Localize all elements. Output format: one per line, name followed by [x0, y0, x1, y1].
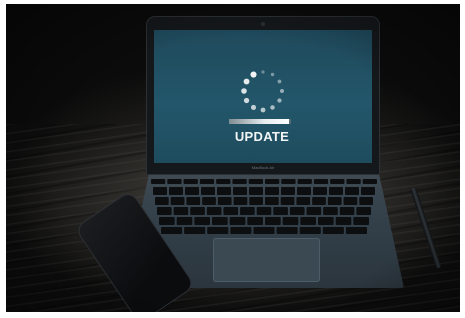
keyboard-key — [169, 187, 183, 195]
keyboard-key — [249, 197, 263, 205]
keyboard-key — [201, 187, 215, 195]
brand-text: MacBook Air — [251, 165, 275, 170]
spinner-dot — [280, 89, 284, 93]
spinner-dot — [261, 70, 265, 74]
keyboard-key — [232, 179, 247, 184]
keyboard-key — [151, 179, 166, 184]
keyboard-key — [159, 217, 175, 225]
keyboard-key — [217, 187, 231, 195]
keyboard-key — [361, 187, 375, 195]
keyboard-key — [186, 197, 201, 205]
spinner-dot — [277, 98, 282, 103]
keyboard-key — [167, 179, 182, 184]
keyboard-key — [265, 179, 280, 184]
keyboard-key — [362, 179, 377, 184]
keyboard-key — [247, 217, 263, 225]
spinner-dot — [243, 97, 250, 104]
keyboard-key — [296, 197, 311, 205]
keyboard-key — [281, 187, 295, 195]
photo: MacBook Air UPDATE — [6, 4, 460, 312]
keyboard-key — [300, 217, 316, 225]
keyboard-key — [345, 187, 359, 195]
keyboard-key — [265, 217, 281, 225]
keyboard-key — [322, 227, 344, 234]
keyboard-key — [176, 217, 193, 225]
trackpad — [213, 238, 320, 282]
keyboard-key — [353, 217, 369, 225]
keyboard-key — [248, 179, 263, 184]
keyboard-key — [207, 227, 229, 234]
keyboard-key — [153, 187, 167, 195]
keyboard-key — [230, 227, 252, 234]
keyboard-key — [212, 217, 228, 225]
spinner-dot — [243, 78, 250, 85]
spinner-dot — [270, 105, 275, 110]
keyboard-key — [155, 197, 169, 205]
keyboard-key — [299, 227, 321, 234]
keyboard-key — [318, 217, 334, 225]
keyboard — [151, 179, 377, 234]
keyboard-key — [256, 207, 272, 215]
keyboard-key — [345, 227, 367, 234]
keyboard-key — [327, 197, 342, 205]
spinner-dot — [250, 104, 257, 110]
keyboard-key — [157, 207, 172, 215]
keyboard-key — [346, 179, 361, 184]
spinner-dot — [250, 71, 257, 78]
keyboard-key — [343, 197, 358, 205]
keyboard-key — [281, 179, 296, 184]
update-label: UPDATE — [234, 129, 290, 144]
camera — [261, 22, 265, 26]
keyboard-key — [185, 187, 199, 195]
keyboard-key — [265, 197, 279, 205]
loading-spinner-icon — [241, 70, 284, 113]
keyboard-key — [282, 217, 299, 225]
spinner-dot — [260, 107, 266, 113]
keyboard-key — [194, 217, 210, 225]
keyboard-key — [289, 207, 305, 215]
keyboard-key — [313, 187, 327, 195]
keyboard-key — [233, 197, 248, 205]
keyboard-key — [273, 207, 288, 215]
keyboard-key — [190, 207, 205, 215]
keyboard-key — [323, 207, 338, 215]
spinner-dot — [241, 88, 247, 94]
keyboard-key — [297, 179, 312, 184]
keyboard-key — [233, 187, 247, 195]
keyboard-key — [306, 207, 322, 215]
keyboard-key — [229, 217, 246, 225]
keyboard-key — [359, 197, 373, 205]
keyboard-key — [202, 197, 216, 205]
keyboard-key — [297, 187, 311, 195]
keyboard-key — [223, 207, 239, 215]
keyboard-key — [173, 207, 189, 215]
spinner-dot — [277, 79, 282, 84]
keyboard-key — [240, 207, 255, 215]
keyboard-key — [312, 197, 326, 205]
keyboard-key — [161, 227, 183, 234]
keyboard-key — [329, 187, 343, 195]
keyboard-key — [184, 227, 206, 234]
keyboard-key — [335, 217, 352, 225]
keyboard-key — [183, 179, 198, 184]
keyboard-key — [216, 179, 231, 184]
keyboard-key — [170, 197, 185, 205]
progress-fill — [229, 119, 290, 124]
keyboard-key — [265, 187, 279, 195]
keyboard-key — [330, 179, 345, 184]
progress-bar — [229, 119, 291, 124]
keyboard-key — [199, 179, 215, 184]
keyboard-key — [253, 227, 275, 234]
keyboard-key — [276, 227, 298, 234]
keyboard-key — [217, 197, 232, 205]
spinner-dot — [270, 72, 275, 77]
keyboard-key — [280, 197, 295, 205]
keyboard-key — [356, 207, 371, 215]
keyboard-key — [206, 207, 222, 215]
keyboard-key — [339, 207, 355, 215]
keyboard-key — [313, 179, 329, 184]
keyboard-key — [249, 187, 263, 195]
